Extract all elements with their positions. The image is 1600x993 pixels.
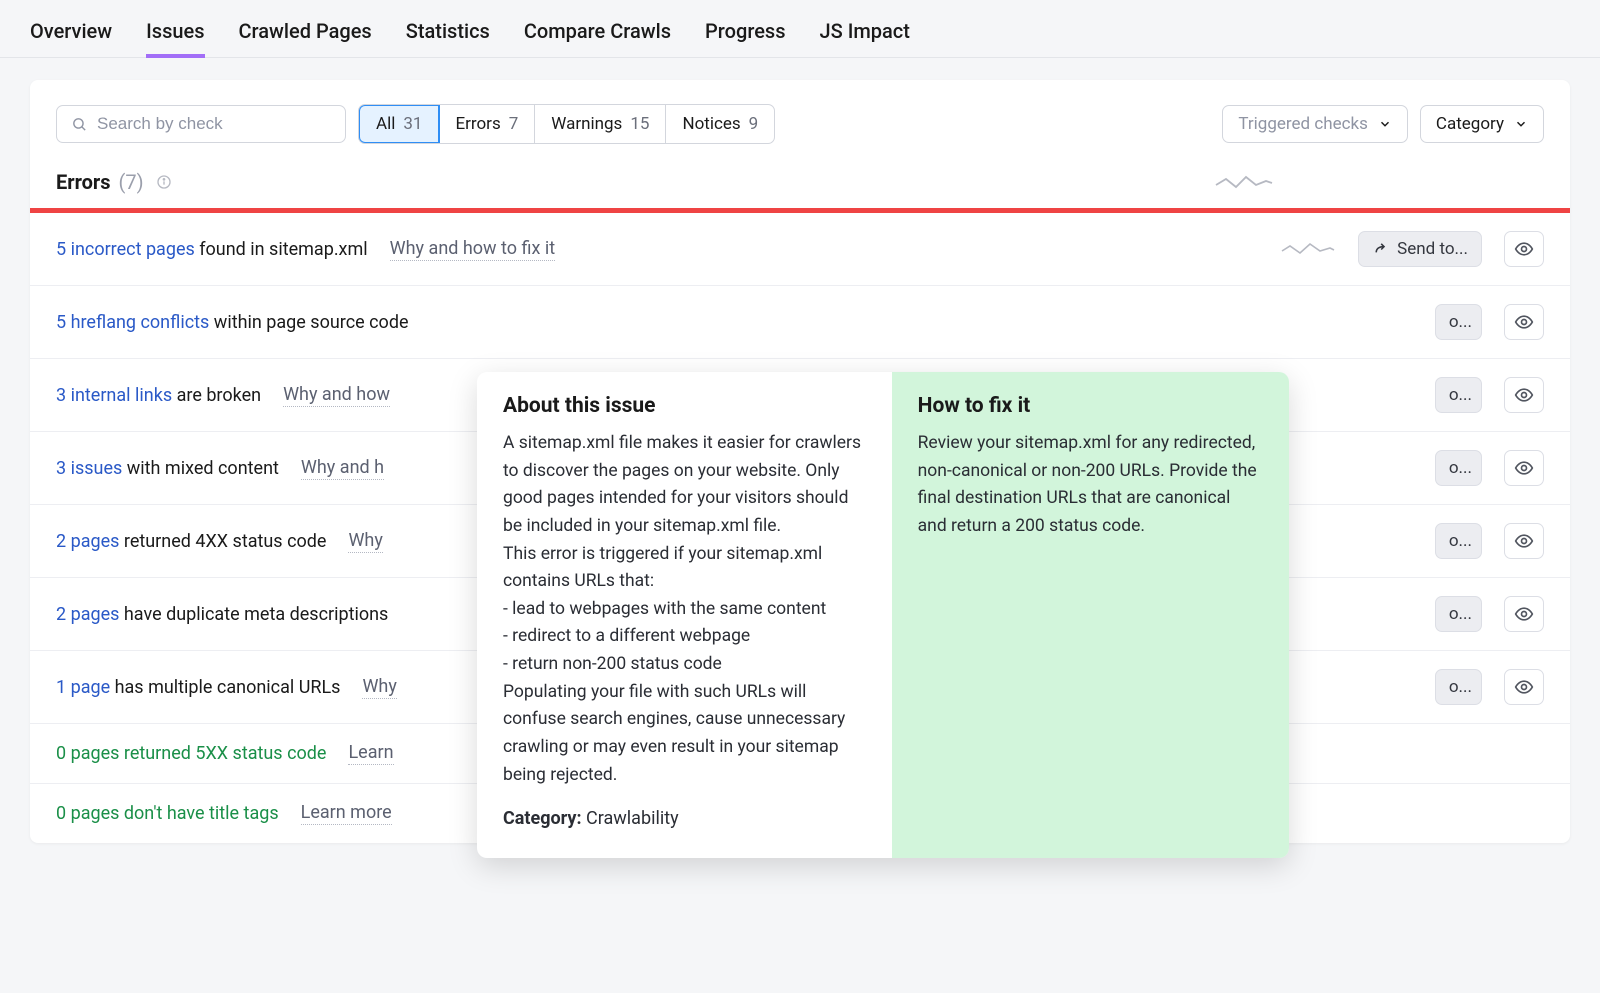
issue-explainer-popup: About this issue A sitemap.xml file make… [477, 372, 1289, 858]
send-to-button[interactable]: Send to... [1358, 231, 1482, 267]
top-nav-tabs: Overview Issues Crawled Pages Statistics… [0, 0, 1600, 58]
eye-icon [1514, 385, 1534, 405]
filter-warnings[interactable]: Warnings15 [535, 105, 666, 143]
popup-fix-title: How to fix it [918, 394, 1263, 418]
visibility-button[interactable] [1504, 304, 1544, 340]
search-input[interactable] [97, 114, 331, 134]
issue-link[interactable]: 5 incorrect pages [56, 239, 195, 260]
filter-all[interactable]: All31 [358, 104, 440, 144]
chevron-down-icon [1514, 117, 1528, 131]
chevron-down-icon [1378, 117, 1392, 131]
issue-text: 5 hreflang conflicts within page source … [56, 312, 409, 333]
popup-about-title: About this issue [503, 394, 866, 418]
visibility-button[interactable] [1504, 450, 1544, 486]
visibility-button[interactable] [1504, 523, 1544, 559]
category-dropdown[interactable]: Category [1420, 105, 1544, 143]
eye-icon [1514, 604, 1534, 624]
issue-text: 3 issues with mixed content [56, 458, 279, 479]
issues-panel: All31 Errors7 Warnings15 Notices9 Trigge… [30, 80, 1570, 843]
issue-link[interactable]: 0 pages don't have title tags [56, 803, 279, 824]
triggered-checks-dropdown[interactable]: Triggered checks [1222, 105, 1408, 143]
popup-about-pane: About this issue A sitemap.xml file make… [477, 372, 892, 858]
search-icon [71, 116, 88, 133]
why-link[interactable]: Why [348, 530, 382, 553]
why-link[interactable]: Why [362, 676, 396, 699]
popup-about-body: A sitemap.xml file makes it easier for c… [503, 430, 866, 789]
issue-link[interactable]: 2 pages [56, 531, 119, 552]
why-link[interactable]: Why and how to fix it [390, 238, 555, 261]
send-to-button[interactable]: o... [1435, 377, 1482, 413]
section-title: Errors (7) [56, 170, 172, 194]
search-input-wrap[interactable] [56, 105, 346, 143]
issue-link[interactable]: 3 issues [56, 458, 122, 479]
popup-fix-pane: How to fix it Review your sitemap.xml fo… [892, 372, 1289, 858]
why-link[interactable]: Why and h [301, 457, 384, 480]
eye-icon [1514, 239, 1534, 259]
issue-text: 0 pages returned 5XX status code [56, 743, 326, 764]
visibility-button[interactable] [1504, 377, 1544, 413]
share-arrow-icon [1372, 241, 1389, 258]
issue-link[interactable]: 3 internal links [56, 385, 172, 406]
send-to-button[interactable]: o... [1435, 450, 1482, 486]
toolbar: All31 Errors7 Warnings15 Notices9 Trigge… [30, 80, 1570, 162]
visibility-button[interactable] [1504, 231, 1544, 267]
issue-link[interactable]: 5 hreflang conflicts [56, 312, 209, 333]
issue-row: 5 hreflang conflicts within page source … [30, 286, 1570, 359]
issue-text: 1 page has multiple canonical URLs [56, 677, 340, 698]
visibility-button[interactable] [1504, 669, 1544, 705]
tab-overview[interactable]: Overview [30, 9, 112, 57]
tab-compare-crawls[interactable]: Compare Crawls [524, 9, 671, 57]
info-icon[interactable] [156, 174, 172, 190]
sparkline-icon [1214, 171, 1274, 193]
issue-link[interactable]: 0 pages returned 5XX status code [56, 743, 326, 764]
issue-text: 0 pages don't have title tags [56, 803, 279, 824]
tab-js-impact[interactable]: JS Impact [820, 9, 910, 57]
issue-text: 5 incorrect pages found in sitemap.xml [56, 239, 368, 260]
filter-errors[interactable]: Errors7 [439, 105, 535, 143]
send-to-button[interactable]: o... [1435, 304, 1482, 340]
visibility-button[interactable] [1504, 596, 1544, 632]
eye-icon [1514, 677, 1534, 697]
issue-link[interactable]: 2 pages [56, 604, 119, 625]
learn-more-link[interactable]: Learn [348, 742, 393, 765]
tab-crawled-pages[interactable]: Crawled Pages [239, 9, 372, 57]
tab-statistics[interactable]: Statistics [406, 9, 490, 57]
send-to-button[interactable]: o... [1435, 669, 1482, 705]
why-link[interactable]: Why and how [283, 384, 390, 407]
eye-icon [1514, 531, 1534, 551]
learn-more-link[interactable]: Learn more [301, 802, 392, 825]
eye-icon [1514, 312, 1534, 332]
issue-link[interactable]: 1 page [56, 677, 110, 698]
popup-category: Category: Crawlability [503, 805, 866, 833]
tab-issues[interactable]: Issues [146, 9, 204, 57]
send-to-button[interactable]: o... [1435, 523, 1482, 559]
sparkline-icon [1280, 239, 1336, 259]
filter-segmented: All31 Errors7 Warnings15 Notices9 [358, 104, 775, 144]
popup-fix-body: Review your sitemap.xml for any redirect… [918, 430, 1263, 541]
tab-progress[interactable]: Progress [705, 9, 785, 57]
issue-text: 2 pages returned 4XX status code [56, 531, 326, 552]
send-to-button[interactable]: o... [1435, 596, 1482, 632]
issue-row: 5 incorrect pages found in sitemap.xml W… [30, 213, 1570, 286]
filter-notices[interactable]: Notices9 [666, 105, 774, 143]
issue-text: 2 pages have duplicate meta descriptions [56, 604, 388, 625]
issue-text: 3 internal links are broken [56, 385, 261, 406]
section-errors-head: Errors (7) [30, 162, 1570, 208]
eye-icon [1514, 458, 1534, 478]
